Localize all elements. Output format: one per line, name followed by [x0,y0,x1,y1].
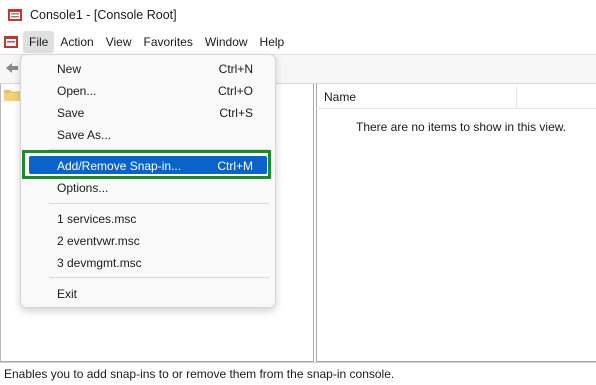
menu-window[interactable]: Window [199,31,254,53]
menu-item-label: Exit [57,287,78,301]
menu-separator [49,203,269,204]
column-divider[interactable] [516,86,517,108]
menu-action[interactable]: Action [54,31,99,53]
menu-item-shortcut: Ctrl+O [217,84,253,98]
menu-item-save-as[interactable]: Save As... [21,124,275,146]
menu-item-label: 1 services.msc [57,212,137,226]
menu-help[interactable]: Help [254,31,291,53]
menu-item-options[interactable]: Options... [21,177,275,199]
menu-item-label: 3 devmgmt.msc [57,256,142,270]
menu-item-label: New [57,62,82,76]
menu-file[interactable]: File [23,31,55,53]
menu-item-open[interactable]: Open... Ctrl+O [21,80,275,102]
back-arrow-icon[interactable] [5,61,19,75]
menu-item-label: Save As... [57,128,112,142]
column-header-name[interactable]: Name [324,90,356,104]
status-bar: Enables you to add snap-ins to or remove… [0,362,596,385]
window-title: Console1 - [Console Root] [30,8,177,22]
menu-item-save[interactable]: Save Ctrl+S [21,102,275,124]
menu-item-recent-2[interactable]: 2 eventvwr.msc [21,230,275,252]
menu-item-label: Save [57,106,85,120]
menu-item-new[interactable]: New Ctrl+N [21,58,275,80]
annotation-highlight-box [22,150,271,179]
status-text: Enables you to add snap-ins to or remove… [4,367,395,381]
menu-view[interactable]: View [100,31,138,53]
title-bar: Console1 - [Console Root] [0,0,596,30]
menu-item-shortcut: Ctrl+N [218,62,253,76]
menu-bar: File Action View Favorites Window Help [0,30,596,54]
menu-item-recent-3[interactable]: 3 devmgmt.msc [21,252,275,274]
menu-separator [49,277,269,278]
menu-item-shortcut: Ctrl+S [219,106,253,120]
menu-item-label: Open... [57,84,97,98]
column-header[interactable]: Name [316,86,596,109]
menu-item-label: 2 eventvwr.msc [57,234,140,248]
empty-view-message: There are no items to show in this view. [356,120,567,134]
file-menu-dropdown: New Ctrl+N Open... Ctrl+O Save Ctrl+S Sa… [20,54,276,308]
console-document-icon[interactable] [3,34,19,50]
menu-item-recent-1[interactable]: 1 services.msc [21,208,275,230]
mmc-console-icon [7,7,23,23]
menu-item-exit[interactable]: Exit [21,283,275,305]
menu-item-label: Options... [57,181,109,195]
menu-favorites[interactable]: Favorites [138,31,199,53]
folder-icon[interactable] [4,88,20,101]
